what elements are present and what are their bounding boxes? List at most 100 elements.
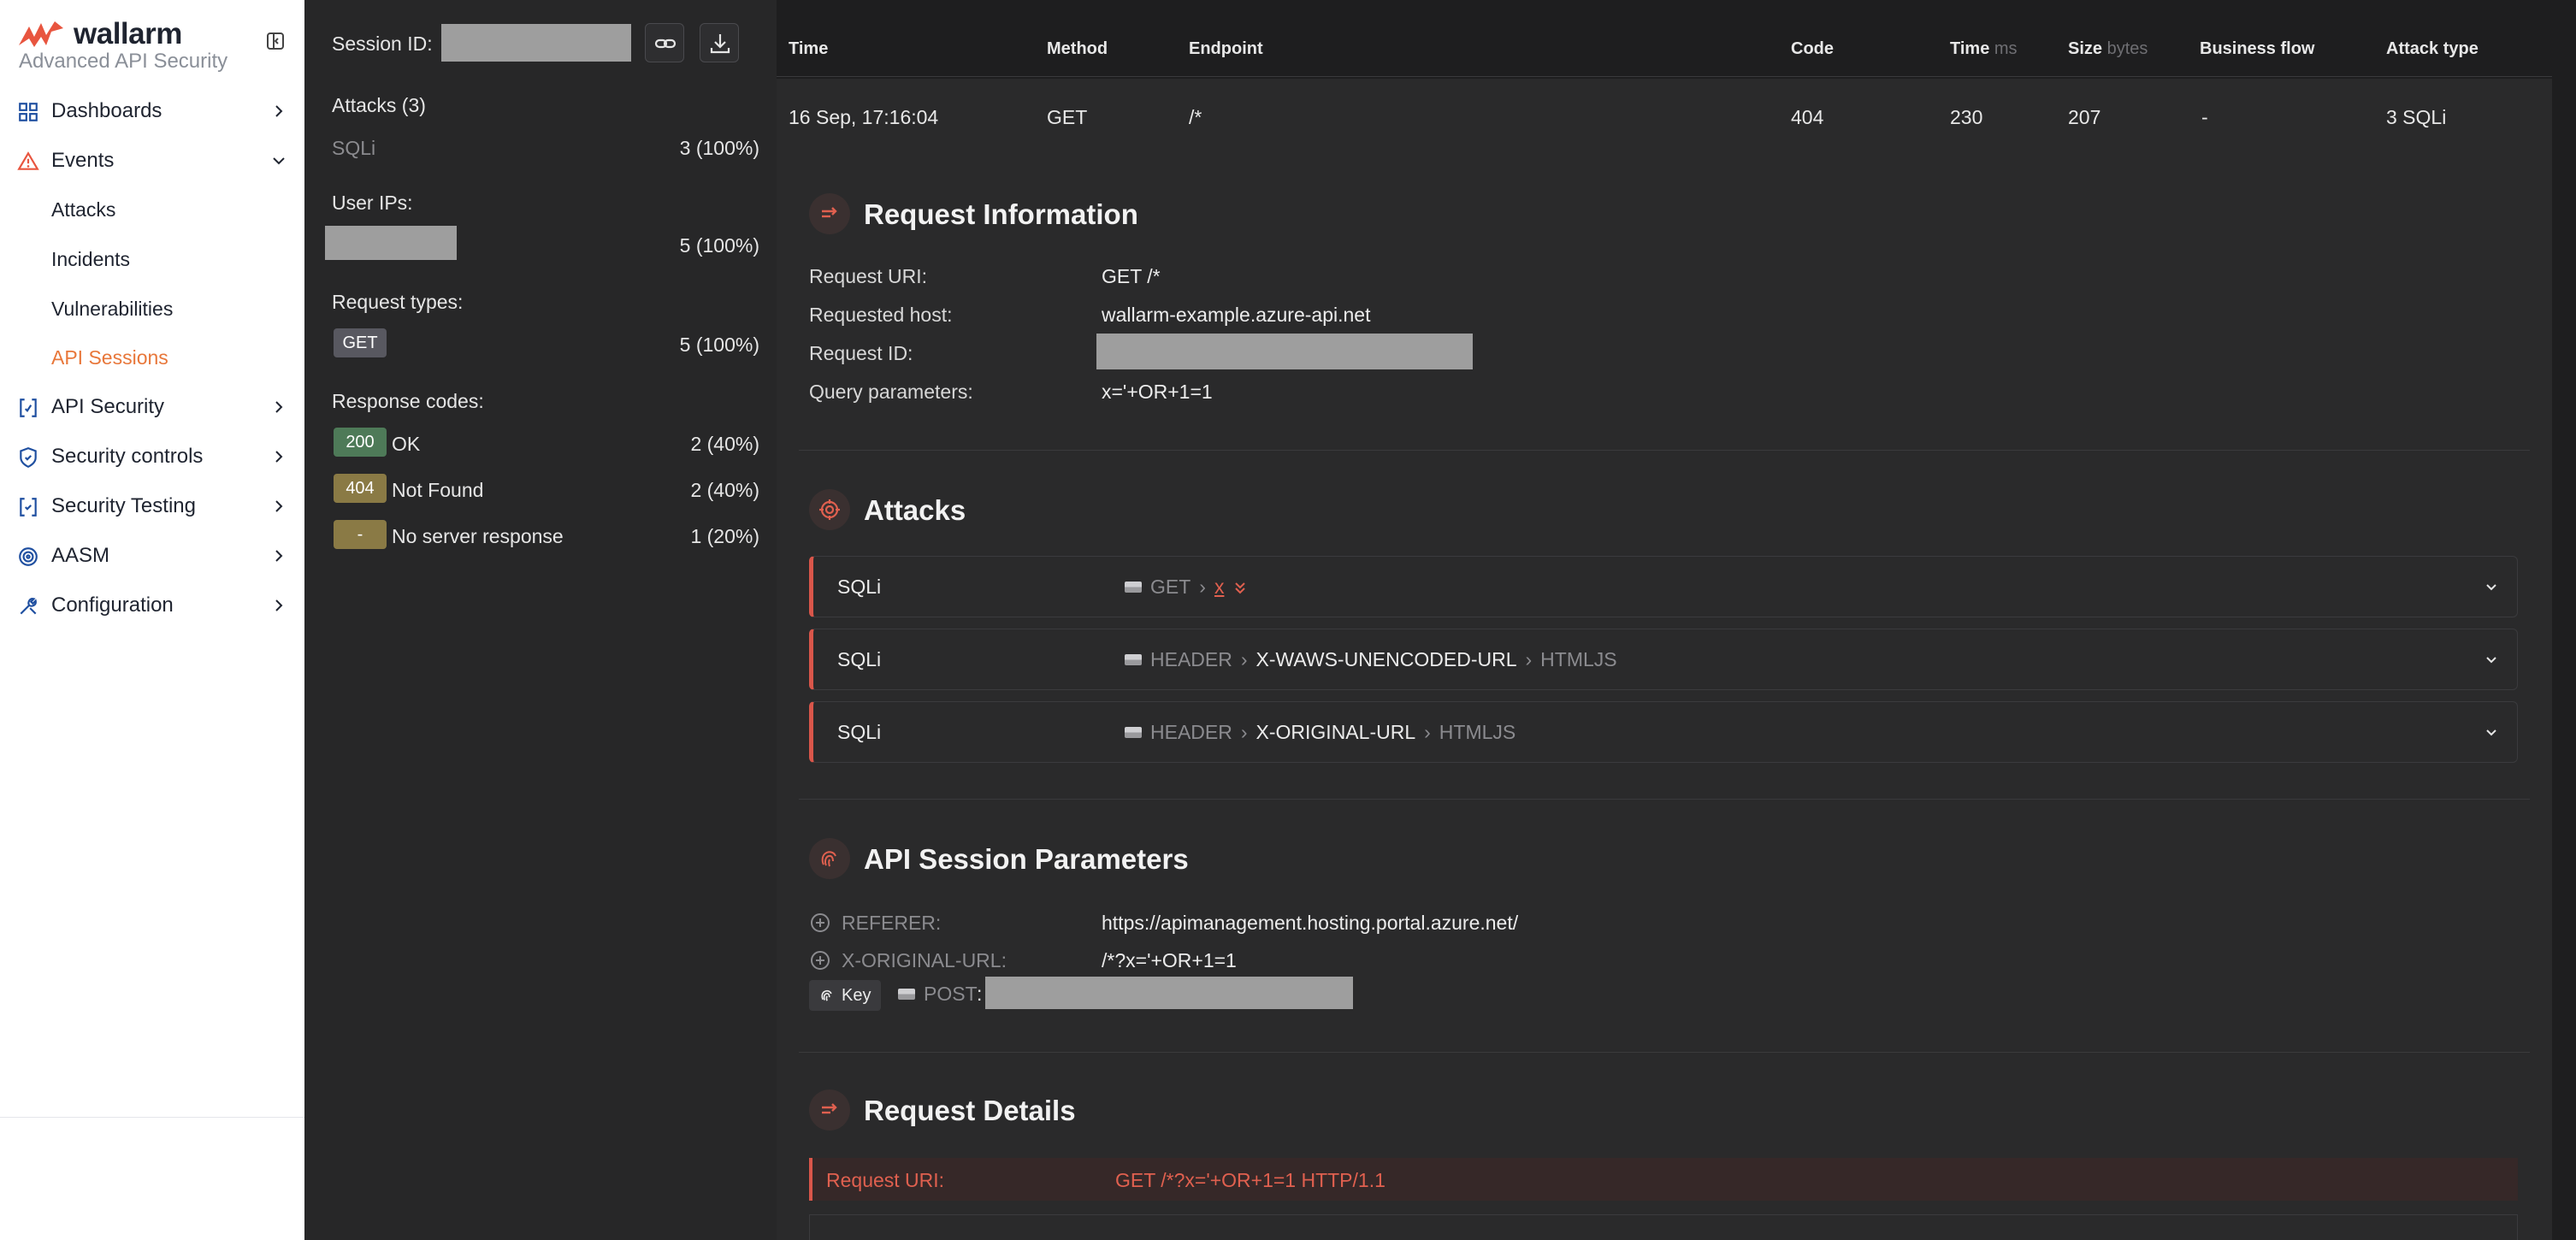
request-types-heading: Request types:	[332, 291, 464, 313]
sidebar-subitem-vulnerabilities[interactable]: Vulnerabilities	[51, 298, 173, 321]
sidebar-divider	[0, 1117, 304, 1118]
query-parameters-value: x='+OR+1=1	[1102, 381, 1213, 403]
sidebar-item-label: Events	[51, 149, 115, 172]
chevron-down-icon	[273, 157, 285, 165]
x-original-url-value: /*?x='+OR+1=1	[1102, 949, 1237, 971]
column-header-attack-type[interactable]: Attack type	[2386, 39, 2479, 59]
requested-host-label: Requested host:	[809, 304, 953, 326]
attack-type: SQLi	[837, 576, 882, 598]
request-uri-line: Request URI: GET /*?x='+OR+1=1 HTTP/1.1	[809, 1158, 2518, 1201]
attack-type-label[interactable]: SQLi	[332, 137, 375, 160]
response-code-label: Not Found	[392, 479, 484, 501]
attack-point-location: HEADER	[1150, 648, 1232, 670]
shield-icon	[20, 447, 37, 469]
section-divider	[799, 1052, 2530, 1053]
attack-row[interactable]: SQLi GET › x	[809, 556, 2518, 617]
attack-point-method: GET	[1150, 576, 1191, 598]
response-code-value: 2 (40%)	[690, 479, 759, 501]
brand-subtitle: Advanced API Security	[19, 50, 228, 73]
cell-size: 207	[2068, 106, 2101, 128]
sidebar-item-configuration[interactable]: Configuration	[0, 582, 304, 629]
chevron-right-icon: ›	[1199, 576, 1206, 598]
cell-method: GET	[1047, 106, 1088, 128]
requests-table-header: Time Method Endpoint Code Time ms Size b…	[777, 0, 2552, 77]
session-main: Time Method Endpoint Code Time ms Size b…	[777, 0, 2552, 1240]
sidebar-item-api-security[interactable]: API Security	[0, 383, 304, 431]
warning-triangle-icon	[17, 151, 39, 170]
flag-icon	[898, 989, 915, 1000]
request-uri-label: Request URI:	[809, 265, 928, 287]
user-ips-value: 5 (100%)	[679, 234, 759, 257]
request-type-badge[interactable]: GET	[334, 328, 387, 357]
response-code-label: OK	[392, 433, 421, 455]
column-header-label: Size	[2068, 39, 2103, 58]
request-details-uri-label: Request URI:	[826, 1169, 945, 1191]
fingerprint-icon	[19, 547, 38, 566]
double-chevron-down-icon	[1235, 582, 1246, 593]
sidebar-subitem-api-sessions[interactable]: API Sessions	[51, 346, 168, 369]
session-id-label: Session ID:	[332, 32, 433, 55]
expand-chevron-icon[interactable]	[2483, 579, 2500, 596]
sidebar-item-events[interactable]: Events	[0, 137, 304, 185]
attack-point-param: x	[1214, 576, 1225, 598]
sidebar-item-security-controls[interactable]: Security controls	[0, 433, 304, 481]
sidebar-subitem-incidents[interactable]: Incidents	[51, 248, 130, 271]
section-divider	[799, 799, 2530, 800]
column-header-time[interactable]: Time	[789, 39, 828, 59]
chevron-right-icon: ›	[1240, 721, 1248, 743]
post-separator: :	[977, 983, 983, 1005]
column-header-endpoint[interactable]: Endpoint	[1189, 39, 1263, 59]
key-button[interactable]: Key	[809, 980, 882, 1011]
download-icon	[710, 34, 730, 54]
chevron-right-icon	[275, 401, 283, 413]
chevron-right-icon: ›	[1424, 721, 1431, 743]
referer-label: REFERER:	[842, 912, 942, 934]
response-code-badge-none[interactable]: -	[334, 520, 387, 549]
expand-chevron-icon[interactable]	[2483, 724, 2500, 741]
cell-endpoint: /*	[1189, 106, 1202, 128]
column-header-time-ms[interactable]: Time ms	[1950, 39, 2018, 59]
target-icon	[809, 489, 850, 530]
sidebar-subitem-attacks[interactable]: Attacks	[51, 198, 115, 221]
response-code-badge-200[interactable]: 200	[334, 428, 387, 457]
post-value-redacted	[985, 977, 1353, 1009]
request-uri-value: GET /*	[1102, 265, 1161, 287]
expand-chevron-icon[interactable]	[2483, 652, 2500, 669]
column-header-code[interactable]: Code	[1791, 39, 1834, 59]
chevron-right-icon	[275, 550, 283, 562]
user-ip-redacted[interactable]	[325, 226, 457, 260]
column-header-business-flow[interactable]: Business flow	[2200, 39, 2314, 59]
sidebar-item-security-testing[interactable]: Security Testing	[0, 482, 304, 530]
column-header-size[interactable]: Size bytes	[2068, 39, 2148, 59]
table-row[interactable]: 16 Sep, 17:16:04 GET /* 404 230 207 - 3 …	[777, 79, 2552, 149]
sidebar-item-label: Configuration	[51, 593, 174, 617]
cell-time-ms: 230	[1950, 106, 1983, 128]
response-code-label: No server response	[392, 525, 564, 547]
sidebar-item-aasm[interactable]: AASM	[0, 532, 304, 580]
user-ips-heading: User IPs:	[332, 192, 413, 214]
response-code-badge-404[interactable]: 404	[334, 474, 387, 503]
sidebar-item-dashboards[interactable]: Dashboards	[0, 87, 304, 135]
request-information-title: Request Information	[864, 198, 1138, 230]
column-header-unit: bytes	[2106, 39, 2148, 58]
referer-value: https://apimanagement.hosting.portal.azu…	[1102, 912, 1519, 934]
grid-icon	[19, 103, 38, 121]
attack-point-parser: HTMLJS	[1540, 648, 1617, 670]
download-button[interactable]	[700, 23, 739, 62]
page-scrollbar[interactable]	[2552, 0, 2576, 1240]
api-brackets-icon	[20, 399, 37, 417]
copy-link-button[interactable]	[645, 23, 684, 62]
request-detail-panel: Request Information Request URI: GET /* …	[777, 149, 2552, 1240]
brand[interactable]: wallarm	[17, 17, 182, 51]
request-arrows-icon	[809, 193, 850, 234]
sidebar-item-label: Security Testing	[51, 494, 196, 517]
collapse-sidebar-icon[interactable]	[265, 31, 286, 51]
add-circle-icon[interactable]	[809, 949, 831, 971]
attack-row[interactable]: SQLi HEADER › X-ORIGINAL-URL › HTMLJS	[809, 701, 2518, 763]
add-circle-icon[interactable]	[809, 912, 831, 934]
attack-row[interactable]: SQLi HEADER › X-WAWS-UNENCODED-URL › HTM…	[809, 629, 2518, 690]
sidebar-item-label: API Security	[51, 395, 165, 418]
request-type-value: 5 (100%)	[679, 334, 759, 356]
wallarm-logo-icon	[19, 21, 63, 47]
column-header-method[interactable]: Method	[1047, 39, 1108, 59]
